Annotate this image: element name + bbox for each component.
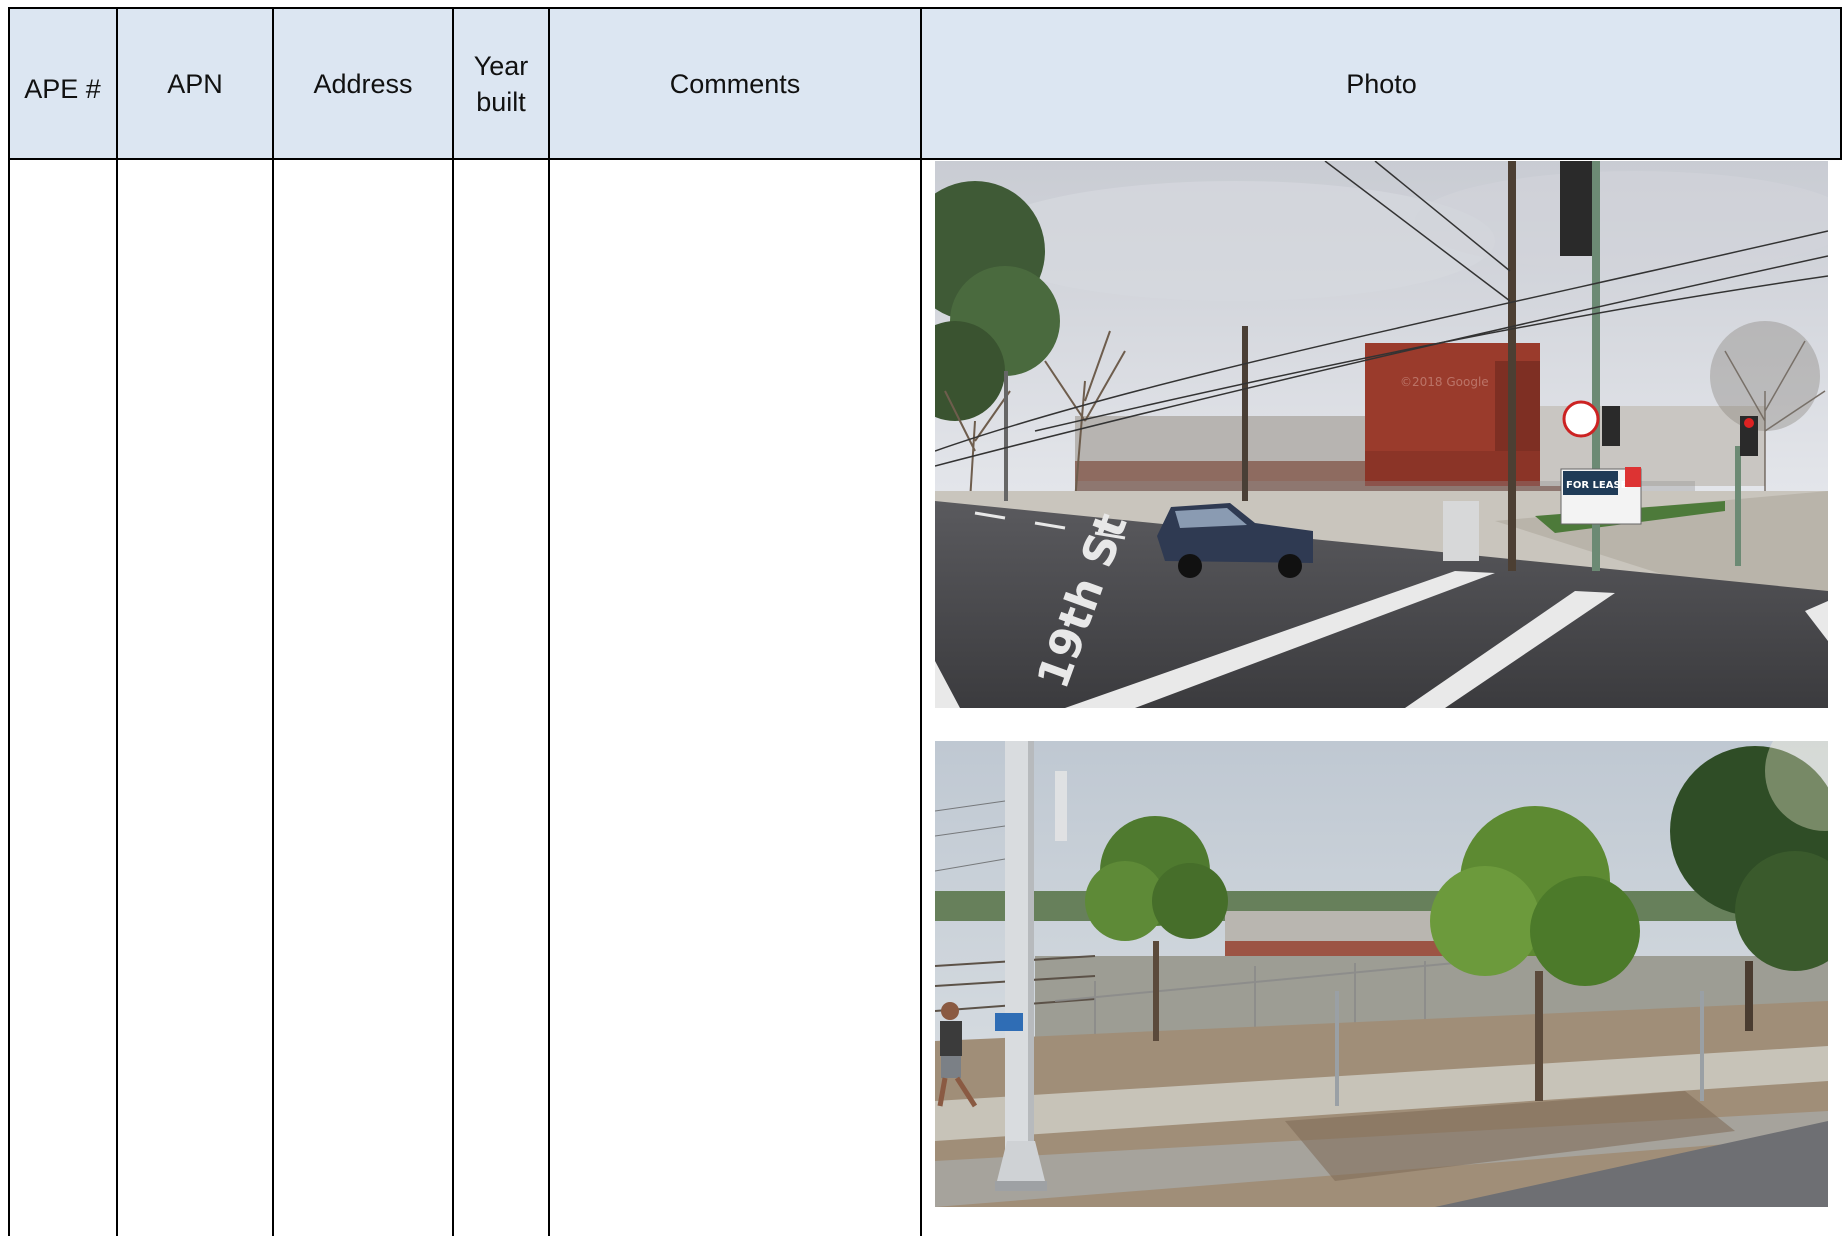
photo-watermark: ©2018 Google <box>1400 375 1489 389</box>
col-border-2 <box>272 7 274 1236</box>
header-ape: APE # <box>9 8 116 159</box>
cell-apn <box>122 170 270 190</box>
col-border-4 <box>548 7 550 1236</box>
col-border-left <box>8 7 10 1236</box>
header-apn-label: APN <box>167 68 223 99</box>
cell-address <box>278 170 448 190</box>
col-border-1 <box>116 7 118 1236</box>
header-address-label: Address <box>313 68 413 99</box>
table-top-border <box>8 7 1842 9</box>
street-photo-2 <box>935 741 1828 1207</box>
header-year-built: Year built <box>454 8 548 159</box>
cell-comments <box>554 170 916 190</box>
col-border-3 <box>452 7 454 1236</box>
header-year-label-line1: Year <box>473 50 529 81</box>
col-border-5 <box>920 7 922 1236</box>
street-photo-1: ©2018 Google 19th St FOR LEASE <box>935 161 1828 708</box>
header-address: Address <box>274 8 452 159</box>
document-page: APE # APN Address Year built Comments Ph… <box>0 0 1845 1236</box>
col-border-right <box>1840 7 1842 158</box>
header-photo-label: Photo <box>1346 68 1417 99</box>
header-comments: Comments <box>550 8 920 159</box>
header-comments-label: Comments <box>669 68 801 99</box>
cell-ape <box>12 170 112 190</box>
header-photo: Photo <box>922 8 1841 159</box>
for-lease-sign-text: FOR LEASE <box>1566 480 1628 491</box>
cell-year-built <box>458 170 546 190</box>
header-year-label-line2: built <box>476 86 526 117</box>
header-ape-label: APE # <box>24 73 101 104</box>
header-apn: APN <box>118 8 272 159</box>
header-bottom-border <box>8 158 1842 160</box>
